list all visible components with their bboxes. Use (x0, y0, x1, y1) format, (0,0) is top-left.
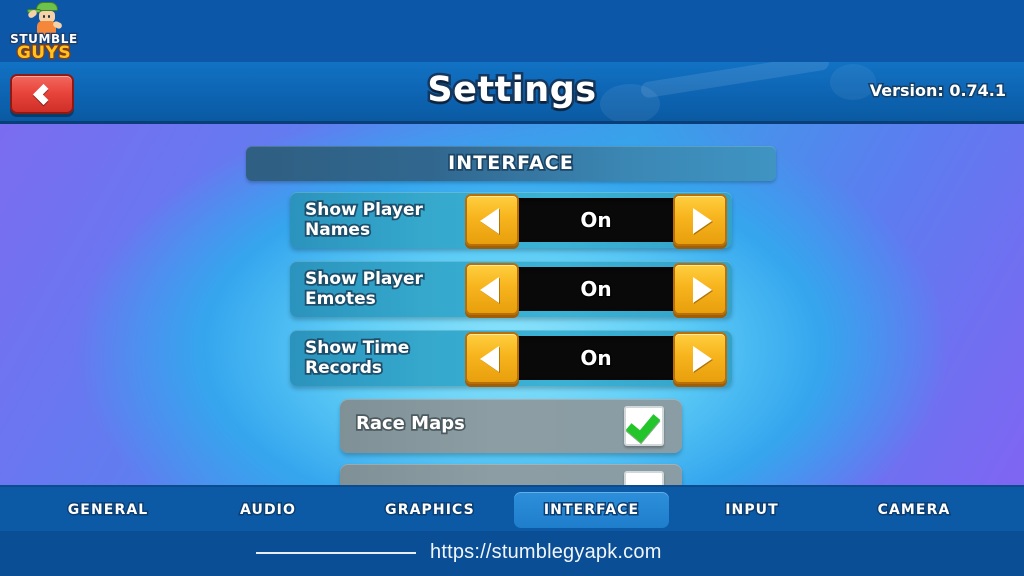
stepper-control: On (465, 332, 727, 384)
setting-label: Race Maps (354, 411, 466, 435)
setting-label: Show Time Records (303, 336, 411, 380)
triangle-right-icon (693, 208, 712, 234)
stepper-next-button[interactable] (673, 194, 727, 246)
logo-bar: STUMBLE GUYS (0, 0, 1024, 65)
watermark-divider (256, 552, 416, 554)
settings-screen: STUMBLE GUYS Settings Version: 0.74.1 IN… (0, 0, 1024, 576)
section-header-label: INTERFACE (446, 150, 574, 175)
stumble-guys-logo: STUMBLE GUYS (8, 2, 80, 65)
green-check-icon (625, 407, 661, 443)
tab-general[interactable]: GENERAL (38, 492, 178, 528)
setting-row-show-player-emotes: Show Player Emotes On (290, 261, 732, 317)
setting-row-race-maps[interactable]: Race Maps (340, 399, 682, 453)
logo-text-guys: GUYS (16, 42, 72, 65)
watermark-bar: https://stumblegyapk.com (0, 531, 1024, 576)
triangle-left-icon (480, 346, 499, 372)
tab-input[interactable]: INPUT (684, 492, 820, 528)
triangle-right-icon (693, 346, 712, 372)
tab-audio[interactable]: AUDIO (198, 492, 338, 528)
stepper-control: On (465, 194, 727, 246)
stepper-prev-button[interactable] (465, 263, 519, 315)
tab-camera[interactable]: CAMERA (844, 492, 984, 528)
settings-body: INTERFACE Show Player Names On Show Play… (0, 124, 1024, 485)
triangle-right-icon (693, 277, 712, 303)
race-maps-checkbox[interactable] (624, 406, 664, 446)
setting-label: Show Player Names (303, 198, 424, 242)
stepper-prev-button[interactable] (465, 332, 519, 384)
setting-row-next-partial[interactable] (340, 464, 682, 485)
triangle-left-icon (480, 277, 499, 303)
stepper-next-button[interactable] (673, 332, 727, 384)
tab-graphics[interactable]: GRAPHICS (360, 492, 500, 528)
setting-row-show-player-names: Show Player Names On (290, 192, 732, 248)
watermark-url: https://stumblegyapk.com (430, 541, 662, 563)
section-header-interface: INTERFACE (246, 146, 776, 181)
tab-interface[interactable]: INTERFACE (514, 492, 669, 528)
stepper-next-button[interactable] (673, 263, 727, 315)
settings-tab-bar: GENERAL AUDIO GRAPHICS INTERFACE INPUT C… (0, 485, 1024, 531)
stepper-prev-button[interactable] (465, 194, 519, 246)
setting-label: Show Player Emotes (303, 267, 424, 311)
next-row-checkbox[interactable] (624, 471, 664, 485)
triangle-left-icon (480, 208, 499, 234)
version-label: Version: 0.74.1 (868, 80, 1007, 102)
stepper-control: On (465, 263, 727, 315)
setting-row-show-time-records: Show Time Records On (290, 330, 732, 386)
